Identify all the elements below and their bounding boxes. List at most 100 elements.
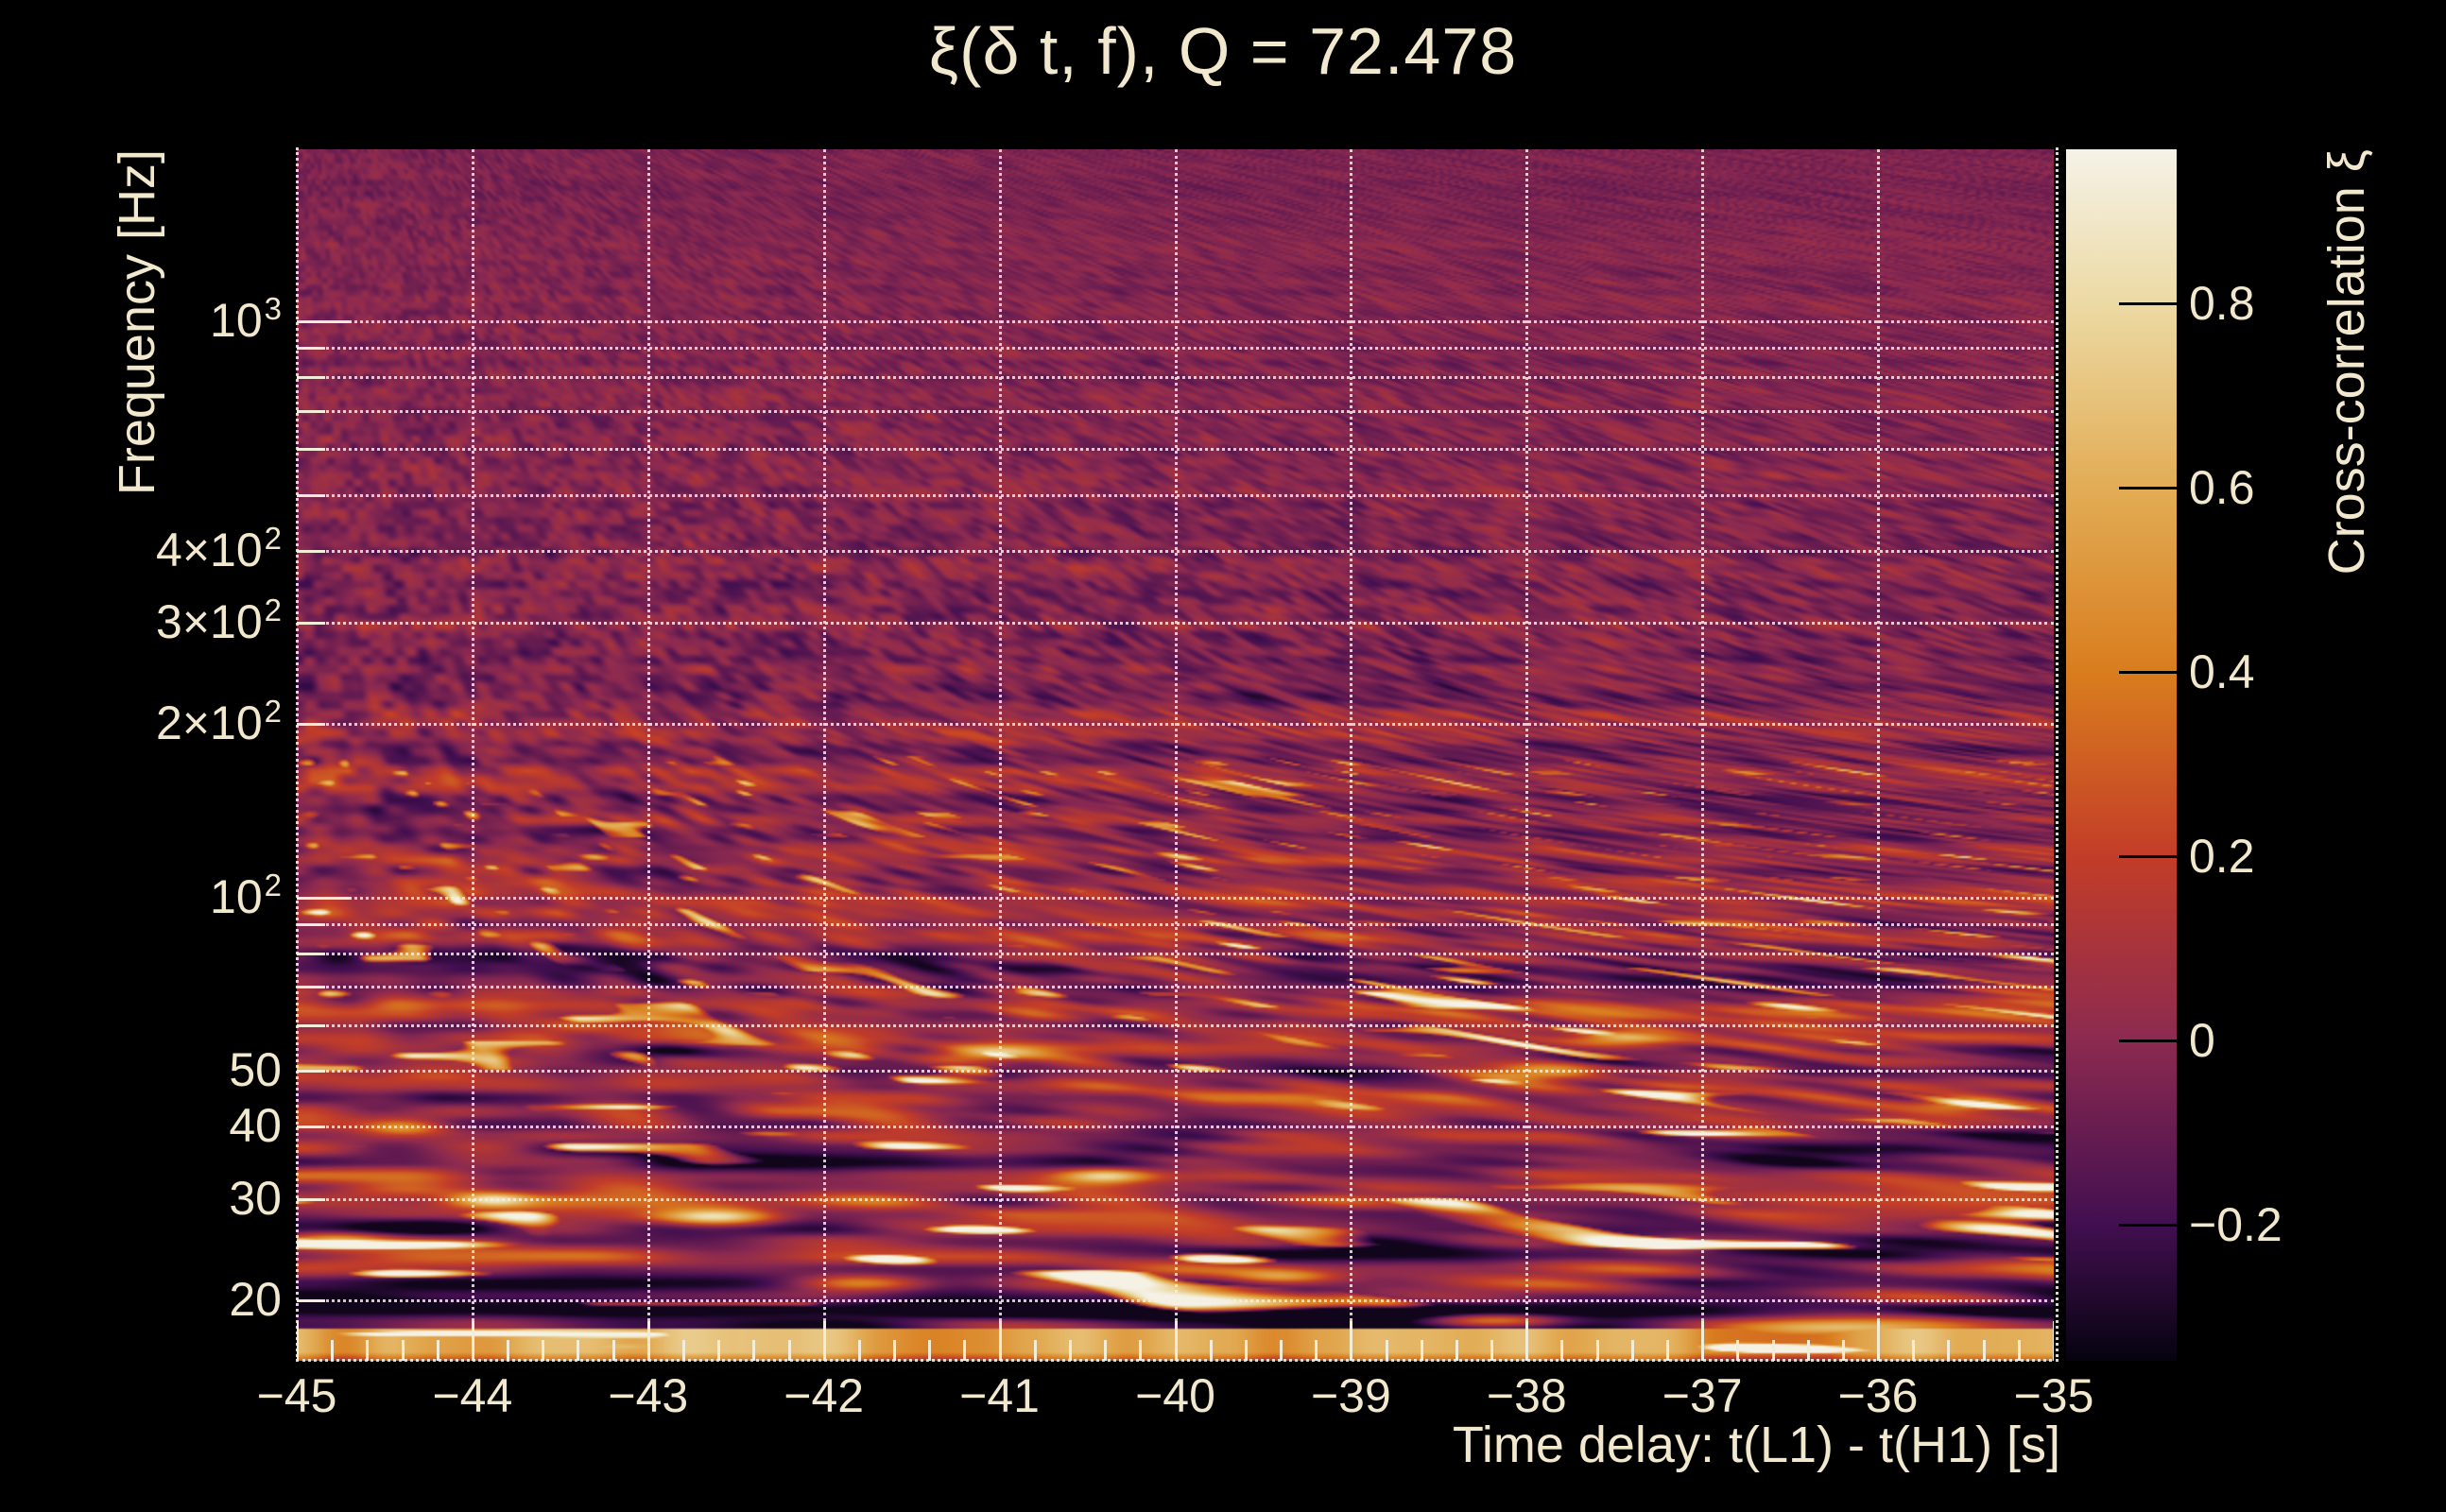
v-gridline [1525,149,1529,1361]
x-tick-mark [436,1340,439,1361]
x-tick-mark [857,1340,861,1361]
x-tick-label: −42 [784,1369,865,1422]
x-tick-label: −40 [1135,1369,1215,1422]
x-tick-mark [1912,1340,1916,1361]
colorbar-tick-label: 0.2 [2189,829,2255,883]
y-tick-mark [297,922,325,926]
x-tick-mark [928,1340,932,1361]
x-tick-mark [1595,1340,1599,1361]
y-tick-mark [297,952,325,955]
x-tick-label: −38 [1486,1369,1567,1422]
v-gridline [1350,149,1353,1361]
y-tick-label: 20 [229,1272,282,1326]
x-tick-mark [1877,1321,1881,1361]
x-tick-mark [471,1321,474,1361]
x-tick-mark [577,1340,580,1361]
y-tick-mark [297,1298,325,1302]
x-tick-mark [752,1340,756,1361]
x-tick-mark [998,1321,1002,1361]
x-tick-mark [401,1340,405,1361]
v-gridline [471,149,474,1361]
figure-root: ξ(δ t, f), Q = 72.478 103 4×102 3×102 2×102… [0,0,2446,1512]
y-tick-mark [297,409,325,413]
x-tick-mark [646,1321,650,1361]
x-tick-mark [1420,1340,1423,1361]
x-tick-mark [1139,1340,1143,1361]
y-tick-mark [297,448,325,452]
y-tick-label: 30 [229,1171,282,1225]
x-tick-mark [1560,1340,1564,1361]
x-tick-label: −43 [608,1369,689,1422]
v-gridline [998,149,1002,1361]
x-tick-mark [366,1340,370,1361]
x-tick-mark [1806,1340,1810,1361]
x-tick-mark [1630,1340,1634,1361]
y-tick-mark [297,493,325,497]
x-tick-mark [787,1340,791,1361]
colorbar-tick-label: 0.8 [2189,276,2255,330]
x-tick-mark [1385,1340,1388,1361]
y-tick-mark [297,1070,325,1074]
plot-title: ξ(δ t, f), Q = 72.478 [928,14,1518,88]
colorbar-tick-label: 0 [2189,1013,2215,1067]
v-gridline [1701,149,1705,1361]
x-tick-mark [1068,1340,1072,1361]
y-tick-mark [297,621,325,625]
x-tick-mark [1033,1340,1037,1361]
x-tick-mark [681,1340,685,1361]
x-tick-label: −41 [959,1369,1040,1422]
y-axis-title: Frequency [Hz] [109,149,165,496]
gridlines-layer [297,149,2054,1361]
x-tick-mark [2017,1340,2021,1361]
y-tick-label: 102 [210,867,282,923]
colorbar-tick-mark [2119,1039,2177,1042]
x-tick-label: −37 [1662,1369,1743,1422]
v-gridline [646,149,650,1361]
x-tick-mark [893,1340,897,1361]
colorbar-tick-mark [2119,670,2177,674]
x-tick-mark [542,1340,545,1361]
v-gridline [822,149,826,1361]
x-tick-mark [717,1340,721,1361]
y-tick-mark [297,896,352,900]
x-tick-mark [1280,1340,1283,1361]
x-tick-mark [1315,1340,1318,1361]
x-tick-label: −35 [2013,1369,2094,1422]
x-tick-mark [1947,1340,1951,1361]
y-tick-mark [297,1024,325,1028]
x-tick-label: −36 [1837,1369,1919,1422]
x-axis-title: Time delay: t(L1) - t(H1) [s] [1452,1417,2060,1473]
x-tick-mark [1525,1321,1529,1361]
x-tick-mark [1982,1340,1986,1361]
y-tick-mark [297,723,325,727]
v-gridline [1877,149,1881,1361]
y-tick-label: 50 [229,1043,282,1097]
y-tick-mark [297,347,325,351]
y-tick-label: 2×102 [156,694,282,750]
y-tick-mark [297,549,325,553]
x-tick-mark [1350,1321,1353,1361]
x-tick-mark [1104,1340,1108,1361]
y-tick-mark [297,1125,325,1129]
y-tick-label: 40 [229,1099,282,1153]
colorbar-tick-mark [2119,854,2177,858]
colorbar-tick-mark [2119,301,2177,305]
y-tick-label: 3×102 [156,592,282,648]
x-tick-mark [507,1340,510,1361]
x-tick-mark [1209,1340,1213,1361]
y-tick-mark [297,376,325,380]
colorbar [2066,149,2177,1361]
x-tick-mark [1701,1321,1705,1361]
x-tick-mark [1490,1340,1494,1361]
x-tick-mark [1771,1340,1775,1361]
x-tick-mark [612,1340,615,1361]
colorbar-tick-mark [2119,1223,2177,1227]
x-tick-mark [1666,1340,1670,1361]
x-tick-mark [1841,1340,1845,1361]
y-tick-label: 4×102 [156,520,282,576]
x-tick-label: −44 [432,1369,513,1422]
x-tick-mark [1244,1340,1248,1361]
x-tick-mark [331,1340,335,1361]
x-tick-mark [1736,1340,1740,1361]
x-tick-mark [1174,1321,1178,1361]
